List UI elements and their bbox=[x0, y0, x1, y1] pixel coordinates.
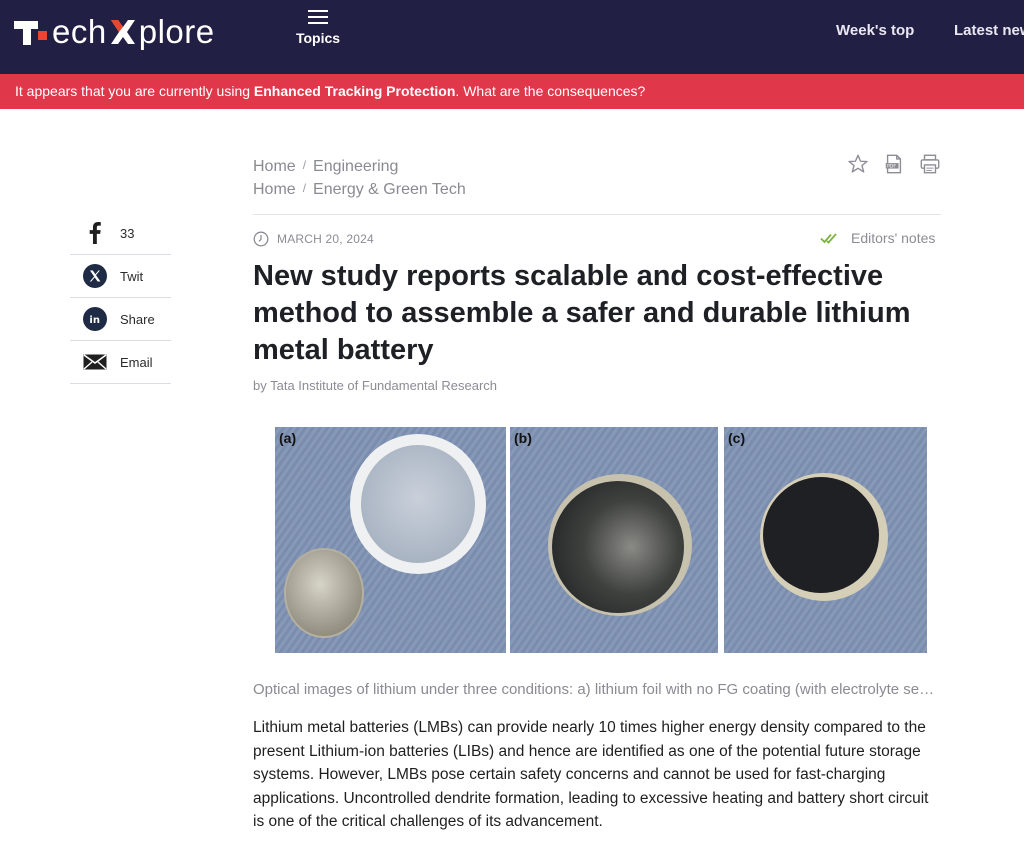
pdf-button[interactable]: PDF bbox=[882, 152, 906, 176]
email-icon bbox=[70, 354, 120, 370]
article-figure[interactable]: (a) (b) (c) bbox=[275, 427, 927, 653]
breadcrumb-row: Home / Engineering bbox=[253, 155, 466, 178]
logo-text-right: plore bbox=[138, 13, 215, 50]
figure-panel-c: (c) bbox=[724, 427, 927, 653]
publish-date: MARCH 20, 2024 bbox=[253, 231, 374, 247]
article-title: New study reports scalable and cost-effe… bbox=[253, 260, 911, 366]
topics-label: Topics bbox=[295, 30, 341, 46]
svg-text:PDF: PDF bbox=[887, 164, 896, 170]
share-x-label: Twit bbox=[120, 268, 144, 284]
figure-caption[interactable]: Optical images of lithium under three co… bbox=[253, 681, 941, 698]
figure-label-b: (b) bbox=[514, 430, 532, 446]
star-icon bbox=[848, 154, 868, 173]
breadcrumb-row: Home / Energy & Green Tech bbox=[253, 178, 466, 201]
breadcrumb-energy-green-tech[interactable]: Energy & Green Tech bbox=[313, 181, 466, 199]
article-tools: PDF bbox=[846, 152, 942, 176]
date-text: MARCH 20, 2024 bbox=[277, 232, 374, 246]
tracking-protection-alert[interactable]: It appears that you are currently using … bbox=[0, 74, 1024, 109]
breadcrumb: Home / Engineering Home / Energy & Green… bbox=[253, 155, 466, 201]
share-email-label: Email bbox=[120, 354, 153, 370]
facebook-count: 33 bbox=[120, 225, 135, 241]
figure-label-c: (c) bbox=[728, 430, 746, 446]
breadcrumb-engineering[interactable]: Engineering bbox=[313, 158, 398, 176]
svg-text:in: in bbox=[89, 315, 100, 326]
breadcrumb-home[interactable]: Home bbox=[253, 158, 296, 176]
lithium-foil-image-b bbox=[510, 427, 718, 653]
alert-prefix: It appears that you are currently using bbox=[15, 83, 254, 99]
lithium-foil-image-c bbox=[724, 427, 927, 653]
logo-t-mark bbox=[14, 17, 50, 47]
header-divider bbox=[253, 214, 941, 215]
breadcrumb-home[interactable]: Home bbox=[253, 181, 296, 199]
double-check-icon bbox=[820, 231, 842, 245]
nav-weeks-top[interactable]: Week's top bbox=[836, 22, 914, 39]
site-logo[interactable]: ech plore bbox=[14, 12, 215, 52]
breadcrumb-separator: / bbox=[302, 157, 307, 172]
figure-panel-b: (b) bbox=[510, 427, 718, 653]
article-body-paragraph: Lithium metal batteries (LMBs) can provi… bbox=[253, 719, 929, 830]
nav-latest-news[interactable]: Latest news bbox=[954, 22, 1024, 39]
share-email[interactable]: Email bbox=[70, 341, 171, 384]
pdf-icon: PDF bbox=[885, 154, 902, 174]
bookmark-button[interactable] bbox=[846, 152, 870, 176]
print-icon bbox=[920, 154, 940, 174]
top-navigation-bar: ech plore Topics Week's top Latest news bbox=[0, 0, 1024, 74]
share-linkedin-label: Share bbox=[120, 311, 155, 327]
breadcrumb-separator: / bbox=[302, 180, 307, 195]
hamburger-icon bbox=[308, 10, 328, 24]
figure-panel-a: (a) bbox=[275, 427, 506, 653]
linkedin-icon: in bbox=[70, 307, 120, 331]
logo-x-mark bbox=[109, 17, 137, 47]
figure-label-a: (a) bbox=[279, 430, 297, 446]
logo-text-left: ech bbox=[52, 13, 107, 50]
share-facebook[interactable]: 33 bbox=[70, 212, 171, 255]
print-button[interactable] bbox=[918, 152, 942, 176]
clock-icon bbox=[253, 231, 269, 247]
alert-suffix: . What are the consequences? bbox=[455, 83, 646, 99]
share-sidebar: 33 Twit in Share Email bbox=[70, 212, 171, 384]
editors-notes-link[interactable]: Editors' notes bbox=[820, 230, 935, 246]
alert-bold: Enhanced Tracking Protection bbox=[253, 83, 456, 99]
byline: by Tata Institute of Fundamental Researc… bbox=[253, 378, 498, 393]
lithium-foil-image-a bbox=[275, 427, 506, 653]
topics-menu-button[interactable]: Topics bbox=[288, 8, 348, 46]
share-x[interactable]: Twit bbox=[70, 255, 171, 298]
facebook-icon bbox=[70, 222, 120, 244]
share-linkedin[interactable]: in Share bbox=[70, 298, 171, 341]
editors-notes-label: Editors' notes bbox=[851, 230, 936, 246]
x-icon bbox=[70, 264, 120, 288]
